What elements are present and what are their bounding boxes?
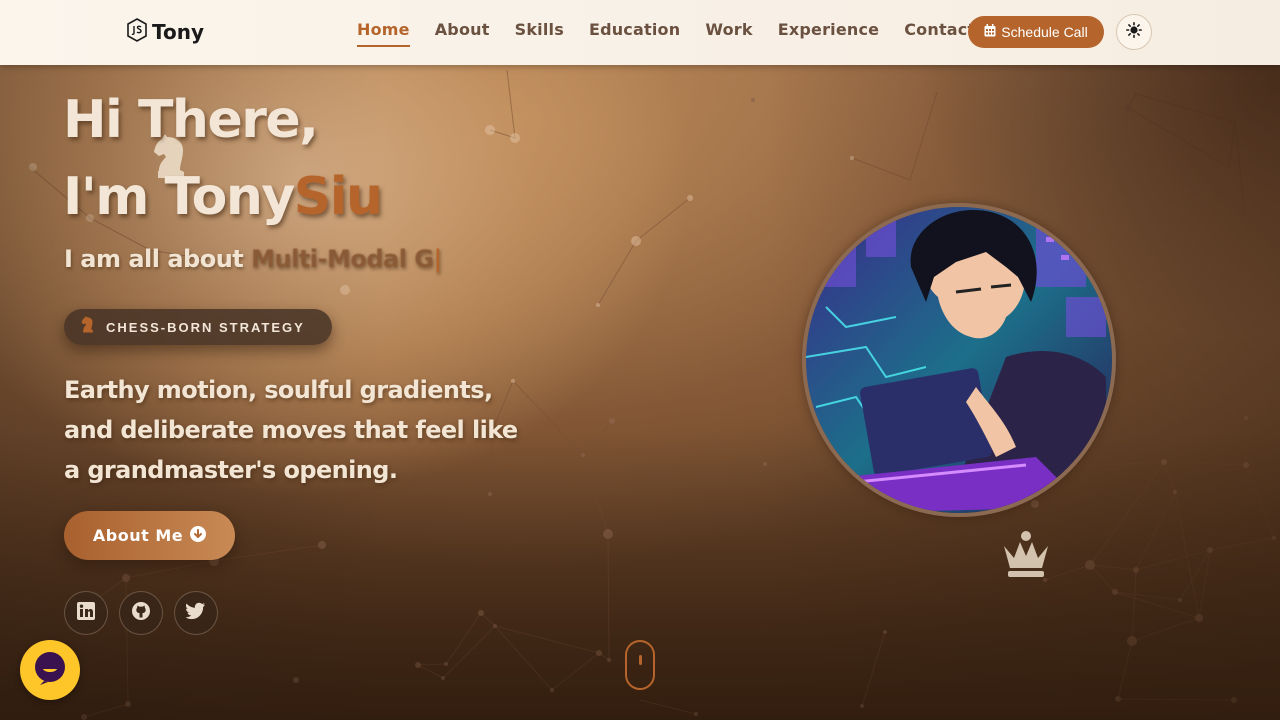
brand-logo[interactable]: Tony (126, 18, 204, 46)
knight-badge-icon (80, 316, 96, 338)
schedule-call-label: Schedule Call (1001, 24, 1088, 40)
intro-name: I'm Tony (63, 167, 295, 227)
github-icon (131, 601, 151, 625)
queen-icon (1000, 528, 1052, 584)
hero-section: Hi There, I'm TonySiu I am all about Mul… (0, 0, 1280, 720)
greeting-line: Hi There, (63, 90, 319, 150)
arrow-down-circle-icon (190, 525, 207, 546)
nav-link-about[interactable]: About (435, 20, 490, 47)
brand-name: Tony (152, 20, 205, 44)
about-me-label: About Me (92, 526, 184, 545)
nav-links: Home About Skills Education Work Experie… (357, 20, 1000, 47)
chat-widget-button[interactable] (20, 640, 80, 700)
intro-name-accent: Siu (293, 167, 383, 227)
typing-prefix: I am all about (64, 245, 252, 273)
hero-heading: Hi There, I'm TonySiu (63, 82, 383, 236)
about-me-button[interactable]: About Me (64, 511, 235, 560)
nodejs-hexagon-icon (126, 18, 148, 46)
nav-link-skills[interactable]: Skills (515, 20, 564, 47)
typing-text: Multi-Modal G (251, 245, 434, 273)
twitter-icon (185, 602, 206, 624)
chat-bubble-icon (34, 651, 66, 689)
top-navbar: Tony Home About Skills Education Work Ex… (0, 0, 1280, 65)
theme-toggle-button[interactable] (1116, 14, 1152, 50)
scroll-down-indicator[interactable] (625, 640, 655, 690)
nav-link-work[interactable]: Work (705, 20, 752, 47)
chess-badge-label: CHESS-BORN STRATEGY (106, 319, 305, 335)
intro-line: I'm TonySiu (63, 159, 383, 236)
github-link[interactable] (119, 591, 163, 635)
nav-link-experience[interactable]: Experience (778, 20, 880, 47)
chess-badge: CHESS-BORN STRATEGY (64, 309, 332, 345)
linkedin-link[interactable] (64, 591, 108, 635)
nav-link-education[interactable]: Education (589, 20, 680, 47)
hero-tagline: Earthy motion, soulful gradients, and de… (64, 376, 518, 484)
linkedin-icon (77, 602, 95, 624)
sun-icon (1126, 22, 1142, 42)
calendar-icon (984, 24, 996, 40)
nav-link-home[interactable]: Home (357, 20, 410, 47)
typing-cursor: | (433, 245, 443, 273)
schedule-call-button[interactable]: Schedule Call (968, 16, 1104, 48)
twitter-link[interactable] (174, 591, 218, 635)
scroll-wheel (639, 655, 642, 665)
profile-avatar (802, 203, 1116, 517)
typing-line: I am all about Multi-Modal G| (64, 245, 442, 273)
nav-link-contact[interactable]: Contact (904, 20, 975, 47)
